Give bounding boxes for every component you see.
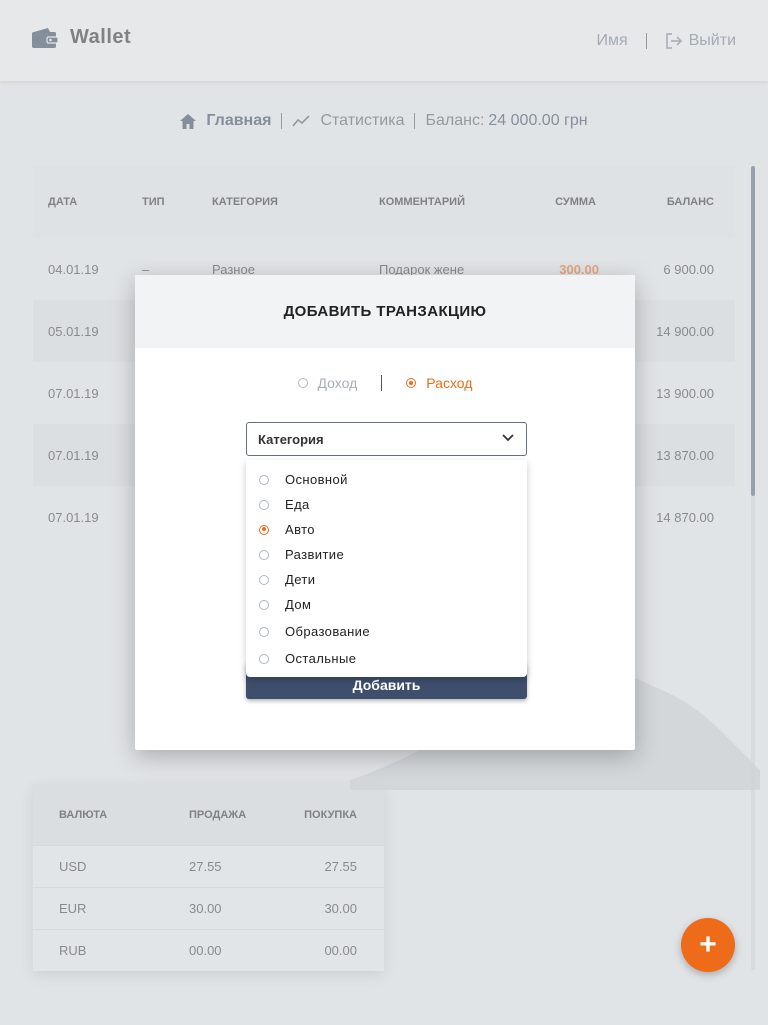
chevron-down-icon bbox=[502, 434, 514, 442]
category-option-label: Дом bbox=[285, 597, 312, 612]
add-transaction-modal: ДОБАВИТЬ ТРАНЗАКЦИЮ Доход Расход Категор… bbox=[135, 275, 635, 750]
radio-icon bbox=[259, 549, 269, 560]
add-transaction-fab[interactable]: + bbox=[681, 918, 735, 972]
income-option[interactable]: Доход bbox=[297, 375, 358, 391]
income-label: Доход bbox=[317, 375, 358, 391]
category-option-label: Образование bbox=[285, 624, 370, 639]
expense-option[interactable]: Расход bbox=[406, 375, 472, 391]
category-option-selected[interactable]: Авто bbox=[259, 522, 315, 537]
category-select-label: Категория bbox=[258, 431, 324, 447]
category-option[interactable]: Дом bbox=[259, 597, 311, 612]
radio-icon bbox=[259, 653, 269, 664]
category-option-label: Авто bbox=[285, 522, 315, 537]
category-option-label: Еда bbox=[285, 497, 310, 512]
radio-icon bbox=[259, 474, 269, 485]
radio-icon bbox=[259, 626, 269, 637]
radio-icon bbox=[297, 378, 308, 388]
category-option[interactable]: Основной bbox=[259, 472, 348, 487]
category-option[interactable]: Дети bbox=[259, 572, 315, 587]
plus-icon: + bbox=[699, 928, 717, 961]
radio-icon bbox=[259, 599, 269, 610]
radio-icon bbox=[259, 499, 269, 510]
category-option[interactable]: Остальные bbox=[259, 651, 356, 666]
category-select[interactable]: Категория bbox=[246, 422, 527, 456]
radio-checked-icon bbox=[406, 378, 417, 388]
radio-icon bbox=[259, 574, 269, 585]
category-option-label: Дети bbox=[285, 572, 316, 587]
category-option[interactable]: Образование bbox=[259, 624, 370, 639]
transaction-type-toggle: Доход Расход bbox=[135, 375, 635, 391]
divider bbox=[381, 375, 383, 391]
category-option-label: Остальные bbox=[285, 651, 357, 666]
radio-checked-icon bbox=[259, 524, 269, 535]
category-option[interactable]: Еда bbox=[259, 497, 310, 512]
expense-label: Расход bbox=[426, 375, 473, 391]
category-option-label: Основной bbox=[285, 472, 348, 487]
category-option-label: Развитие bbox=[285, 547, 345, 562]
category-dropdown: Основной Еда Авто Развитие Дети Дом Обра… bbox=[246, 460, 527, 677]
modal-title: ДОБАВИТЬ ТРАНЗАКЦИЮ bbox=[135, 275, 635, 348]
category-option[interactable]: Развитие bbox=[259, 547, 344, 562]
